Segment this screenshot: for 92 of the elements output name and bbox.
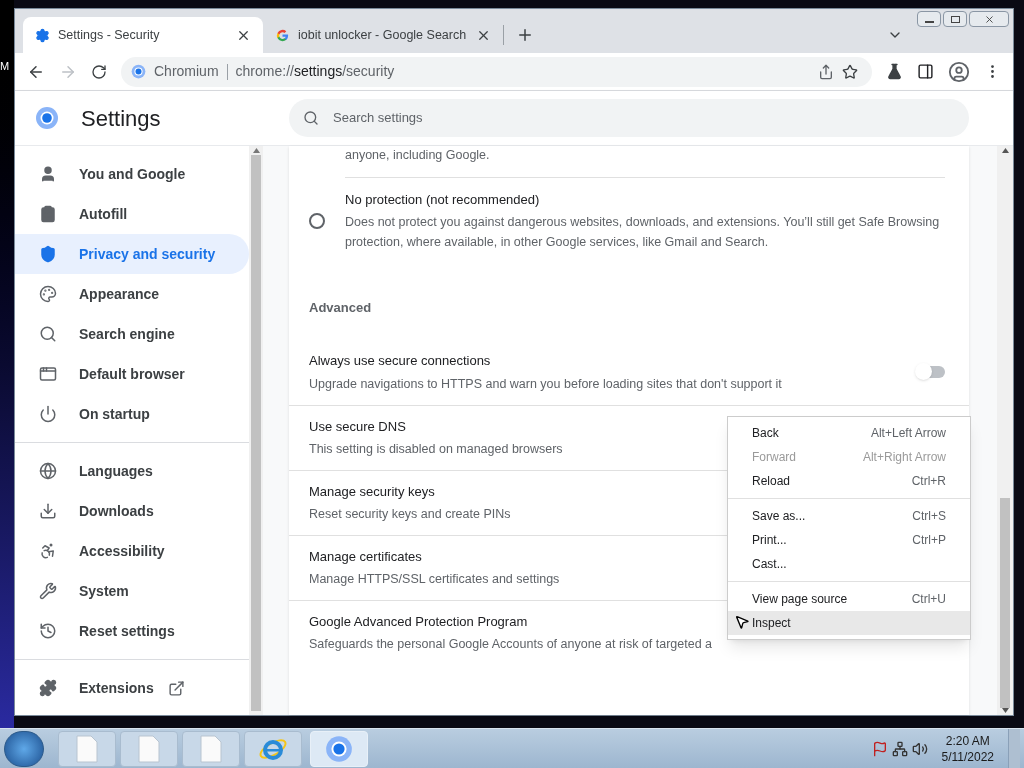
history-icon <box>39 622 57 640</box>
toggle-switch[interactable] <box>917 366 945 379</box>
address-bar[interactable]: Chromium chrome://settings/security <box>121 56 872 87</box>
sidebar-item[interactable]: Accessibility <box>15 531 249 571</box>
scroll-thumb[interactable] <box>1000 498 1010 708</box>
sidebar-item[interactable]: Downloads <box>15 491 249 531</box>
site-label: Chromium <box>154 62 219 81</box>
row-subtitle: This setting is disabled on managed browsers <box>309 441 563 459</box>
document-icon <box>200 734 222 763</box>
browser-tab[interactable]: iobit unlocker - Google Search <box>263 17 503 53</box>
profile-icon[interactable] <box>948 60 970 83</box>
tab-title: iobit unlocker - Google Search <box>298 26 468 44</box>
flask-icon[interactable] <box>886 63 903 80</box>
document-icon <box>76 734 98 763</box>
tab-title: Settings - Security <box>58 26 161 44</box>
menu-item[interactable]: Back Alt+Left Arrow <box>728 421 970 445</box>
search-icon <box>39 325 57 343</box>
mouse-cursor-icon <box>734 614 750 630</box>
option-title: No protection (not recommended) <box>345 190 541 209</box>
sidebar-item[interactable]: System <box>15 571 249 611</box>
row-title: Manage security keys <box>309 482 435 501</box>
row-title: Always use secure connections <box>309 352 491 371</box>
chromium-logo-icon <box>325 734 353 763</box>
option-description: anyone, including Google. <box>345 146 945 178</box>
share-icon[interactable] <box>818 63 834 80</box>
scroll-up-arrow-icon[interactable] <box>252 148 260 153</box>
download-icon <box>39 502 57 520</box>
new-tab-icon[interactable] <box>516 26 534 44</box>
settings-row[interactable]: Always use secure connections Upgrade navigations to HTTPS and warn you before loading sites that don't support it <box>289 339 969 405</box>
search-input[interactable]: Search settings <box>333 108 955 128</box>
row-subtitle: Reset security keys and create PINs <box>309 506 511 524</box>
row-title: Manage certificates <box>309 547 422 566</box>
scroll-thumb[interactable] <box>251 155 261 711</box>
maximize-button[interactable] <box>943 11 967 27</box>
sidebar-item[interactable]: Default browser <box>15 354 249 394</box>
sidebar-item[interactable]: You and Google <box>15 154 249 194</box>
scroll-up-arrow-icon[interactable] <box>1001 148 1009 153</box>
search-icon <box>303 110 319 126</box>
section-heading: Advanced <box>308 299 373 318</box>
wrench-icon <box>39 582 57 600</box>
sidebar-item[interactable]: Privacy and security <box>15 234 249 274</box>
gear-icon <box>35 27 50 43</box>
settings-title: Settings <box>81 104 161 133</box>
bookmark-star-icon[interactable] <box>842 63 858 80</box>
google-g-icon <box>275 27 290 43</box>
clock-time: 2:20 AM <box>945 732 990 749</box>
scroll-down-arrow-icon[interactable] <box>1001 708 1009 713</box>
palette-icon <box>39 285 57 303</box>
browser-tab[interactable]: Settings - Security <box>23 17 263 53</box>
sidebar-scrollbar[interactable] <box>249 146 263 715</box>
globe-icon <box>39 462 57 480</box>
accessibility-icon <box>39 542 57 560</box>
close-icon <box>983 13 995 25</box>
menu-item[interactable]: Save as... Ctrl+S <box>728 504 970 528</box>
puzzle-icon <box>39 679 57 697</box>
chromium-logo-icon <box>35 106 59 130</box>
url-text: chrome://settings/security <box>235 62 396 81</box>
search-field[interactable]: Search settings <box>289 99 969 137</box>
row-title: Google Advanced Protection Program <box>309 612 528 631</box>
menu-item[interactable]: Cast... <box>728 552 970 576</box>
speaker-icon[interactable] <box>911 740 928 757</box>
radio-button[interactable] <box>309 213 325 229</box>
desktop-text: M <box>0 59 11 74</box>
window-icon <box>39 365 57 383</box>
document-icon <box>138 734 160 763</box>
side-panel-icon[interactable] <box>917 63 934 80</box>
row-subtitle: Safeguards the personal Google Accounts of anyone at risk of targeted a <box>309 636 713 654</box>
sidebar-item[interactable]: Extensions <box>15 668 249 708</box>
menu-item[interactable]: Reload Ctrl+R <box>728 469 970 493</box>
page-scrollbar[interactable] <box>997 146 1013 715</box>
sidebar-item[interactable]: Appearance <box>15 274 249 314</box>
person-icon <box>39 165 57 183</box>
flag-icon[interactable] <box>871 740 888 757</box>
sidebar-item[interactable]: Search engine <box>15 314 249 354</box>
power-icon <box>39 405 57 423</box>
shield-icon <box>39 245 57 263</box>
row-subtitle: Upgrade navigations to HTTPS and warn you before loading sites that don't support it <box>309 375 782 393</box>
clock-date: 5/11/2022 <box>941 748 994 765</box>
row-title: Use secure DNS <box>309 417 406 436</box>
sidebar-item[interactable]: Languages <box>15 451 249 491</box>
sidebar-item[interactable]: Autofill <box>15 194 249 234</box>
start-button[interactable] <box>4 730 44 767</box>
sidebar-item[interactable]: Reset settings <box>15 611 249 651</box>
external-link-icon[interactable] <box>167 679 185 697</box>
reload-icon[interactable] <box>91 63 107 80</box>
chromium-icon <box>131 64 146 79</box>
row-subtitle: Manage HTTPS/SSL certificates and settings <box>309 571 560 589</box>
sidebar-item[interactable]: On startup <box>15 394 249 434</box>
network-icon[interactable] <box>891 740 908 757</box>
menu-item[interactable]: Inspect <box>728 611 970 635</box>
option-description: Does not protect you against dangerous websites, downloads, and extensions. You’ll still get Safe Browsing protection, where available, in other Google services, like Gmail and Search. <box>345 214 941 252</box>
minimize-button[interactable] <box>917 11 941 27</box>
